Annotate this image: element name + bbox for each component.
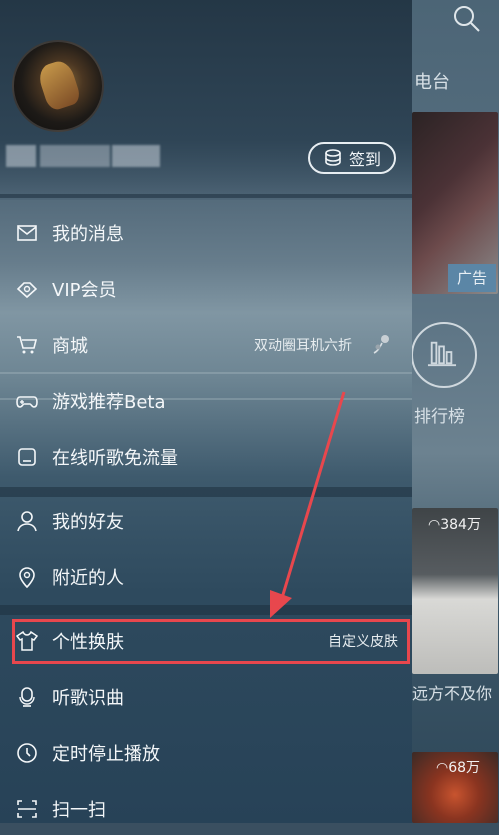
sim-card-icon: [14, 444, 40, 470]
menu-item-friends[interactable]: 我的好友: [0, 495, 412, 547]
bg-tab-radio[interactable]: 电台: [414, 68, 450, 94]
menu-label: 我的好友: [52, 512, 124, 533]
username-redacted: [112, 145, 160, 167]
menu-item-sleep-timer[interactable]: 定时停止播放: [0, 727, 412, 779]
signin-label: 签到: [348, 150, 381, 169]
gamepad-icon: [14, 388, 40, 414]
menu-item-shop[interactable]: 商城 双动圈耳机六折: [0, 319, 412, 371]
menu-label: 商城: [52, 336, 88, 357]
menu-label: VIP会员: [52, 280, 117, 301]
location-pin-icon: [14, 564, 40, 590]
search-icon[interactable]: [452, 4, 482, 34]
avatar[interactable]: [12, 40, 104, 132]
menu-item-messages[interactable]: 我的消息: [0, 207, 412, 259]
menu-item-nearby[interactable]: 附近的人: [0, 551, 412, 603]
shop-promo-text: 双动圈耳机六折: [254, 338, 352, 354]
menu-item-free-data[interactable]: 在线听歌免流量: [0, 431, 412, 483]
divider: [0, 605, 412, 615]
signin-button[interactable]: 签到: [308, 142, 396, 174]
coin-stack-icon: [325, 149, 341, 166]
ranking-icon[interactable]: [411, 322, 477, 388]
menu-label: 附近的人: [52, 568, 124, 589]
menu-item-scan[interactable]: 扫一扫: [0, 783, 412, 835]
menu-label: 听歌识曲: [52, 688, 124, 709]
envelope-icon: [14, 220, 40, 246]
menu-item-song-recognition[interactable]: 听歌识曲: [0, 671, 412, 723]
earphone-icon: [368, 331, 396, 359]
highlight-box: [12, 619, 410, 664]
username-redacted: [40, 145, 110, 167]
menu-label: 在线听歌免流量: [52, 448, 178, 469]
play-count-2: ◠68万: [436, 760, 481, 776]
divider: [0, 194, 412, 198]
scan-icon: [14, 796, 40, 822]
cart-icon: [14, 332, 40, 358]
bg-song-title[interactable]: 远方不及你: [412, 680, 492, 704]
play-count-1: ◠384万: [428, 517, 481, 533]
menu-label: 游戏推荐Beta: [52, 392, 166, 413]
menu-label: 扫一扫: [52, 800, 106, 821]
menu-item-games[interactable]: 游戏推荐Beta: [0, 375, 412, 427]
headphone-icon: ◠: [428, 517, 441, 533]
menu-label: 我的消息: [52, 224, 124, 245]
bg-ranking-label[interactable]: 排行榜: [414, 402, 465, 427]
menu-item-vip[interactable]: VIP会员: [0, 263, 412, 315]
ad-badge: 广告: [448, 264, 496, 292]
menu-label: 定时停止播放: [52, 744, 160, 765]
side-drawer: 签到 我的消息 VIP会员 商城 双动圈耳机六折 游戏推荐Beta 在线听歌免流…: [0, 0, 412, 823]
headphone-icon: ◠: [436, 760, 449, 776]
clock-icon: [14, 740, 40, 766]
microphone-icon: [14, 684, 40, 710]
username-redacted: [6, 145, 36, 167]
diamond-icon: [14, 276, 40, 302]
person-icon: [14, 508, 40, 534]
bg-decoration: [0, 372, 412, 374]
